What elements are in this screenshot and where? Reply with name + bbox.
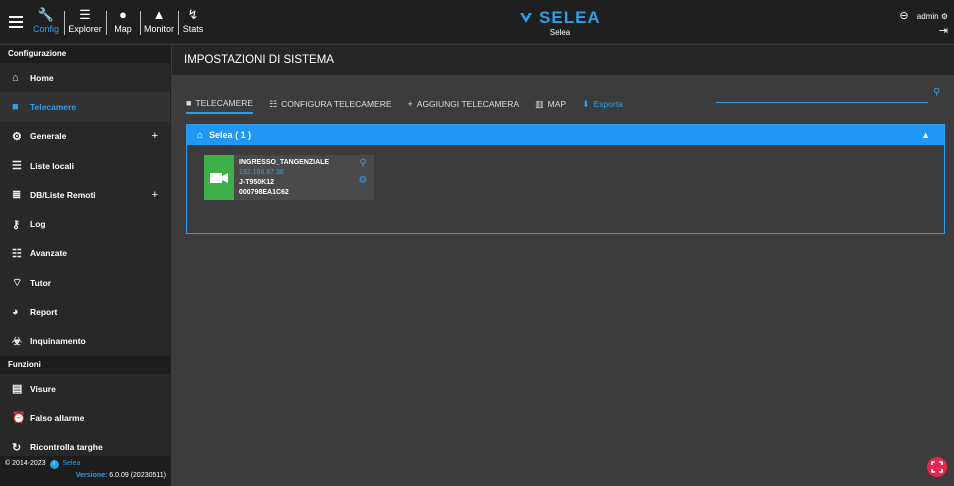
wrench-icon: 🔧 xyxy=(37,7,55,22)
sidebar-footer: © 2014-2023 i Selea Versione: 6.0.09 (20… xyxy=(0,456,171,486)
nav-stats[interactable]: ↯ Stats xyxy=(181,6,205,40)
logout-icon[interactable]: ⇥ xyxy=(899,24,948,37)
refresh-icon: ↻ xyxy=(12,441,22,454)
brand-name: SELEA xyxy=(510,8,610,28)
user-name: admin xyxy=(916,12,939,21)
top-bar: 🔧 Config ☰ Explorer ● Map ▲ Monitor ↯ St… xyxy=(0,0,954,44)
nav-separator xyxy=(64,11,65,35)
sidebar-item-telecamere[interactable]: ■ Telecamere xyxy=(0,92,170,122)
fullscreen-icon xyxy=(931,461,943,473)
camera-model: J-T950K12 xyxy=(239,179,275,186)
camera-group-header[interactable]: ⌂ Selea ( 1 ) ▲ xyxy=(187,125,944,145)
search-icon[interactable]: ⚲ xyxy=(933,87,940,98)
sidebar-section-config: Configurazione xyxy=(0,45,170,63)
info-icon[interactable]: i xyxy=(49,460,59,469)
fullscreen-button[interactable] xyxy=(927,457,947,477)
home-icon: ⌂ xyxy=(197,129,204,141)
expand-icon[interactable]: + xyxy=(152,130,158,142)
sidebar-item-falso-allarme[interactable]: ⏰ Falso allarme xyxy=(0,403,170,432)
nav-explorer[interactable]: ☰ Explorer xyxy=(68,6,102,40)
camera-serial: 000798EA1C62 xyxy=(239,189,289,196)
key-icon: ⚷ xyxy=(12,218,21,231)
alarm-icon: ⏰ xyxy=(12,412,26,425)
explorer-icon: ☰ xyxy=(79,7,91,22)
home-icon: ⌂ xyxy=(12,71,19,84)
gear-icon[interactable]: ⚙ xyxy=(359,175,368,186)
tab-configura-telecamere[interactable]: ☷ CONFIGURA TELECAMERE xyxy=(269,94,391,114)
sidebar-item-inquinamento[interactable]: ☣ Inquinamento xyxy=(0,327,170,356)
sidebar-item-log[interactable]: ⚷ Log xyxy=(0,209,170,238)
tab-map[interactable]: ▥ MAP xyxy=(535,94,566,114)
sidebar-item-avanzate[interactable]: ☷ Avanzate xyxy=(0,239,170,268)
search-icon[interactable]: ⚲ xyxy=(359,158,366,169)
biohazard-icon: ☣ xyxy=(12,335,22,348)
sidebar: Configurazione ⌂ Home ■ Telecamere ⚙ Gen… xyxy=(0,45,171,486)
export-button[interactable]: ⬇ Esporta xyxy=(582,94,623,114)
sidebar-item-visure[interactable]: ▤ Visure xyxy=(0,374,170,403)
sidebar-section-funzioni: Funzioni xyxy=(0,355,170,374)
wifi-icon: ⌔ xyxy=(12,276,23,289)
brand-chevron-icon xyxy=(520,13,533,23)
sidebar-item-home[interactable]: ⌂ Home xyxy=(0,63,170,92)
sidebar-item-liste-locali[interactable]: ☰ Liste locali xyxy=(0,151,170,180)
database-icon: ≣ xyxy=(12,189,22,202)
tab-bar: ■ TELECAMERE ☷ CONFIGURA TELECAMERE + AG… xyxy=(186,94,639,114)
nav-map[interactable]: ● Map xyxy=(110,6,136,40)
tab-aggiungi-telecamera[interactable]: + AGGIUNGI TELECAMERA xyxy=(408,94,520,114)
user-menu[interactable]: ⊖ admin ⚙ ⇥ xyxy=(899,9,948,37)
nav-separator xyxy=(140,11,141,35)
nav-config[interactable]: 🔧 Config xyxy=(32,6,60,40)
stats-icon: ↯ xyxy=(187,7,199,22)
brand-logo: SELEA Selea xyxy=(510,8,610,38)
camera-group: ⌂ Selea ( 1 ) ▲ INGRESSO_TANGENZIALE 192… xyxy=(186,124,945,234)
gear-icon: ⚙ xyxy=(12,130,22,143)
sidebar-item-generale[interactable]: ⚙ Generale + xyxy=(0,122,170,151)
menu-icon[interactable] xyxy=(9,13,23,29)
chevron-up-icon[interactable]: ▲ xyxy=(921,130,930,140)
document-icon: ▤ xyxy=(12,383,23,396)
sidebar-item-tutor[interactable]: ⌔ Tutor xyxy=(0,268,170,297)
camera-card[interactable]: INGRESSO_TANGENZIALE 192.168.87.36 J-T95… xyxy=(204,155,374,200)
map-icon: ▥ xyxy=(535,98,544,109)
camera-icon: ■ xyxy=(186,98,192,108)
nav-separator xyxy=(106,11,107,35)
camera-actions: ⚲ ⚙ xyxy=(352,155,374,200)
sliders-icon: ☷ xyxy=(12,247,22,260)
list-icon: ☰ xyxy=(12,160,22,173)
user-settings-icon[interactable]: ⚙ xyxy=(941,12,948,21)
nav-separator xyxy=(178,11,179,35)
sliders-icon: ☷ xyxy=(269,98,278,109)
download-icon: ⬇ xyxy=(582,98,590,109)
nav-monitor[interactable]: ▲ Monitor xyxy=(143,6,175,40)
camera-info: INGRESSO_TANGENZIALE 192.168.87.36 J-T95… xyxy=(234,155,352,200)
camera-ip: 192.168.87.36 xyxy=(239,169,284,176)
sidebar-item-db-liste-remoti[interactable]: ≣ DB/Liste Remoti + xyxy=(0,180,170,209)
search-input[interactable] xyxy=(716,85,928,103)
pie-chart-icon: ◕ xyxy=(12,306,19,319)
expand-icon[interactable]: + xyxy=(152,189,158,201)
bell-icon: ▲ xyxy=(152,7,166,22)
map-pin-icon: ● xyxy=(119,7,127,22)
tab-telecamere[interactable]: ■ TELECAMERE xyxy=(186,94,254,114)
sidebar-item-report[interactable]: ◕ Report xyxy=(0,297,170,326)
page-title: IMPOSTAZIONI DI SISTEMA xyxy=(172,45,954,75)
support-icon[interactable]: ⊖ xyxy=(899,10,908,22)
camera-icon: ■ xyxy=(12,100,19,113)
plus-icon: + xyxy=(407,99,413,109)
camera-name: INGRESSO_TANGENZIALE xyxy=(239,159,330,166)
camera-status-icon xyxy=(204,155,234,200)
